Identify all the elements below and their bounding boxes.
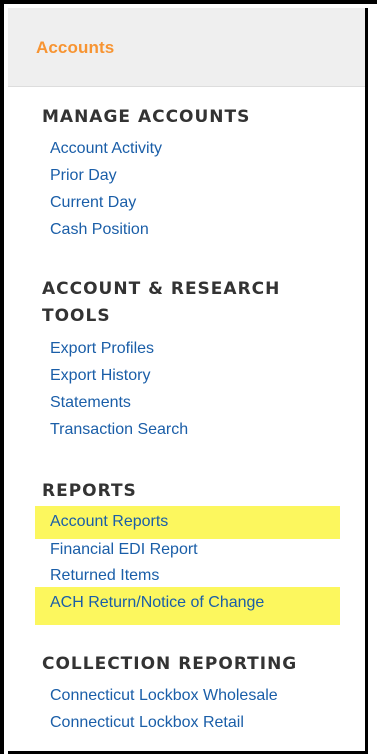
nav-link-ach-return-notice-of-change[interactable]: ACH Return/Notice of Change bbox=[50, 593, 264, 613]
nav-link-current-day[interactable]: Current Day bbox=[50, 193, 136, 213]
nav-link-connecticut-lockbox-retail[interactable]: Connecticut Lockbox Retail bbox=[50, 713, 244, 733]
accounts-nav-panel: Accounts MANAGE ACCOUNTS Account Activit… bbox=[8, 8, 368, 754]
nav-link-export-history[interactable]: Export History bbox=[50, 366, 150, 386]
section-heading-manage-accounts: MANAGE ACCOUNTS bbox=[42, 107, 251, 127]
nav-link-export-profiles[interactable]: Export Profiles bbox=[50, 339, 154, 359]
window-frame: Accounts MANAGE ACCOUNTS Account Activit… bbox=[0, 0, 377, 754]
panel-header: Accounts bbox=[8, 8, 365, 87]
nav-link-cash-position[interactable]: Cash Position bbox=[50, 220, 149, 240]
nav-link-account-reports[interactable]: Account Reports bbox=[50, 512, 168, 532]
nav-link-statements[interactable]: Statements bbox=[50, 393, 131, 413]
nav-link-transaction-search[interactable]: Transaction Search bbox=[50, 420, 188, 440]
nav-link-account-activity[interactable]: Account Activity bbox=[50, 139, 162, 159]
nav-link-connecticut-lockbox-wholesale[interactable]: Connecticut Lockbox Wholesale bbox=[50, 686, 278, 706]
section-heading-account-research-tools: ACCOUNT & RESEARCH TOOLS bbox=[42, 279, 281, 326]
panel-title: Accounts bbox=[36, 38, 115, 57]
section-heading-collection-reporting: COLLECTION REPORTING bbox=[42, 654, 298, 674]
section-heading-reports: REPORTS bbox=[42, 481, 137, 501]
nav-link-financial-edi-report[interactable]: Financial EDI Report bbox=[50, 540, 198, 560]
nav-link-prior-day[interactable]: Prior Day bbox=[50, 166, 117, 186]
nav-link-returned-items[interactable]: Returned Items bbox=[50, 566, 159, 586]
